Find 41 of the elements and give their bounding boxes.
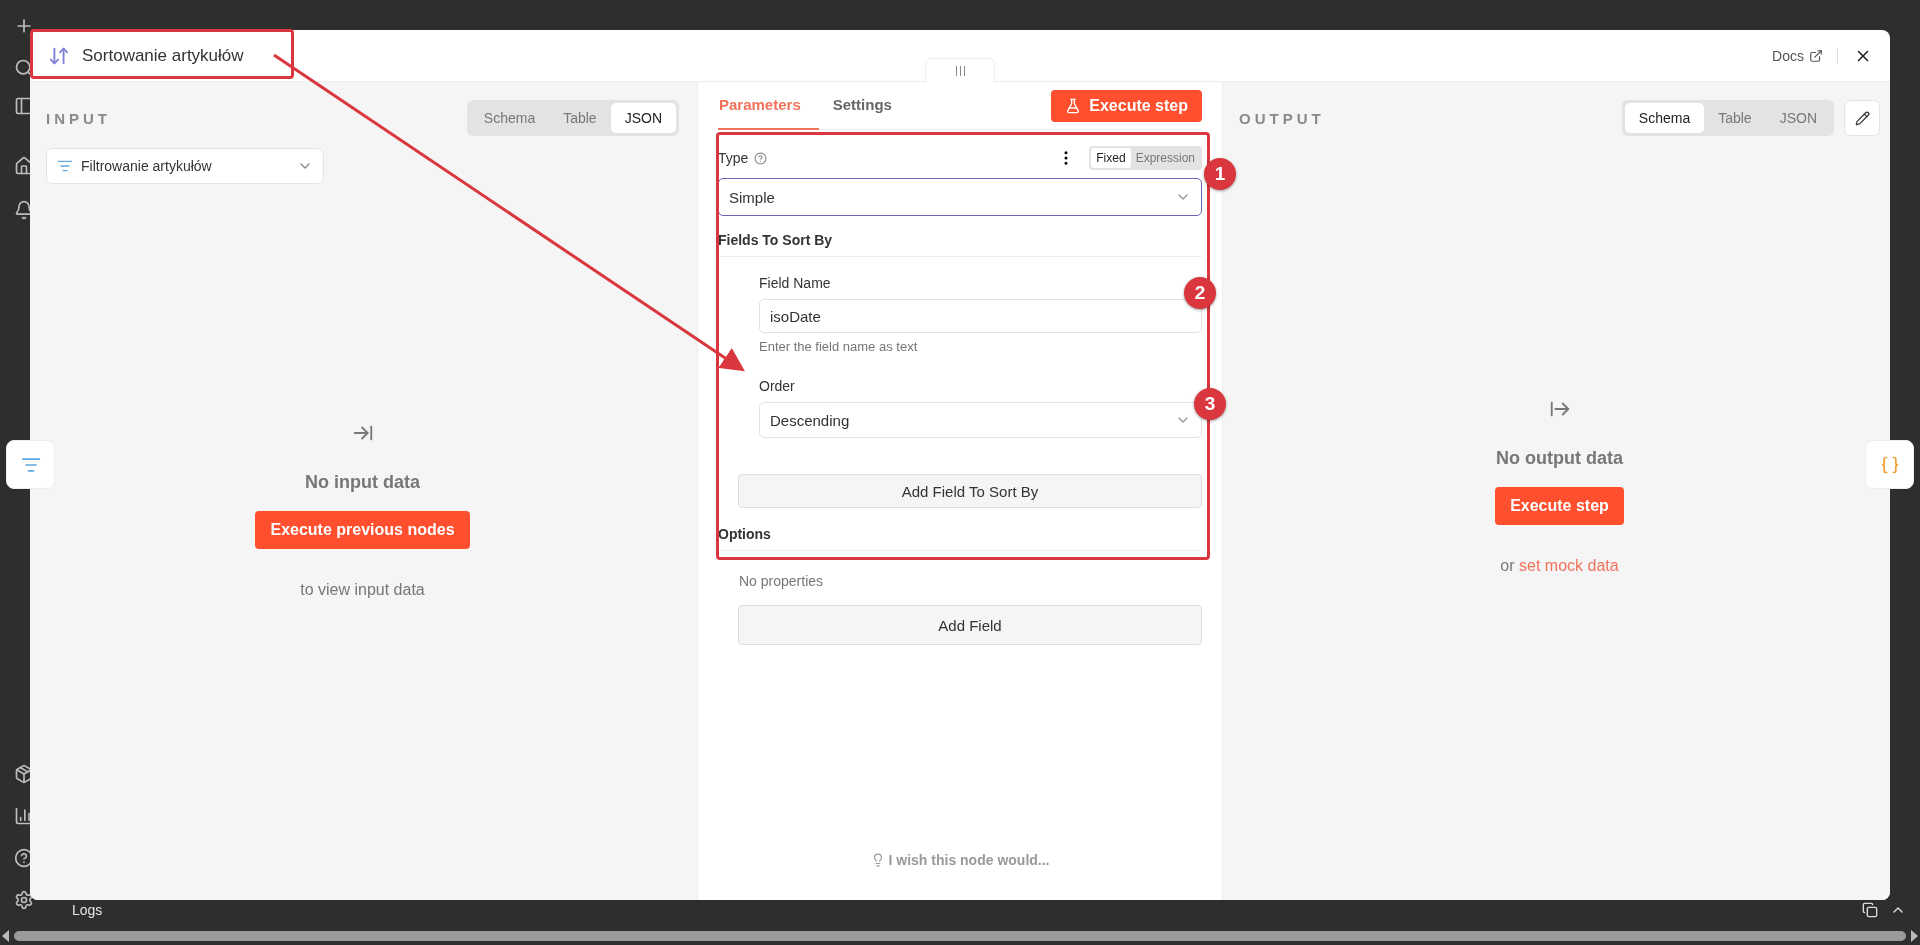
external-link-icon bbox=[1809, 48, 1823, 63]
node-title[interactable]: Sortowanie artykułów bbox=[82, 45, 244, 66]
field-hint: Enter the field name as text bbox=[759, 339, 919, 354]
logs-label[interactable]: Logs bbox=[72, 902, 103, 918]
source-node-select[interactable]: Filtrowanie artykułów bbox=[46, 148, 324, 184]
add-sort-field-button[interactable]: Add Field To Sort By bbox=[738, 474, 1202, 508]
drag-handle[interactable] bbox=[925, 58, 995, 82]
add-field-button[interactable]: Add Field bbox=[738, 605, 1202, 645]
settings-icon[interactable] bbox=[14, 890, 34, 910]
panel-heading: OUTPUT bbox=[1239, 109, 1325, 127]
empty-hint: to view input data bbox=[300, 581, 425, 599]
flask-icon bbox=[1065, 97, 1082, 114]
scrollbar[interactable] bbox=[14, 931, 1906, 941]
view-tab[interactable]: Schema bbox=[469, 103, 550, 133]
docs-link[interactable]: Docs bbox=[1772, 47, 1838, 64]
edit-button[interactable] bbox=[1844, 100, 1880, 136]
panel-heading: INPUT bbox=[46, 109, 111, 127]
filter-node-button[interactable] bbox=[6, 440, 55, 489]
panel-tab[interactable]: Settings bbox=[832, 81, 910, 130]
section-title: Fields To Sort By bbox=[718, 232, 1202, 257]
view-tab[interactable]: JSON bbox=[1765, 103, 1831, 133]
filter-icon bbox=[57, 158, 73, 174]
field-label: Field Name bbox=[759, 275, 832, 291]
field-label: Order bbox=[759, 378, 796, 394]
empty-title: No output data bbox=[1496, 448, 1623, 469]
view-tab[interactable]: JSON bbox=[610, 103, 676, 133]
scroll-right-icon[interactable] bbox=[1911, 930, 1918, 942]
field-name-input[interactable]: isoDate bbox=[759, 299, 1202, 333]
mock-data-hint: or set mock data bbox=[1500, 557, 1619, 575]
section-title: Options bbox=[718, 526, 1202, 551]
code-node-button[interactable] bbox=[1865, 440, 1914, 489]
braces-icon bbox=[1879, 454, 1900, 475]
mode-toggle[interactable]: Expression bbox=[1130, 148, 1200, 168]
empty-title: No input data bbox=[305, 472, 420, 493]
copy-icon[interactable] bbox=[1862, 902, 1878, 918]
order-select[interactable]: Descending bbox=[759, 402, 1202, 438]
view-tab[interactable]: Schema bbox=[1624, 103, 1705, 133]
mode-toggle[interactable]: Fixed bbox=[1091, 148, 1131, 168]
empty-options-text: No properties bbox=[739, 573, 825, 589]
field-label: Type bbox=[718, 150, 749, 166]
pencil-icon bbox=[1854, 110, 1870, 126]
